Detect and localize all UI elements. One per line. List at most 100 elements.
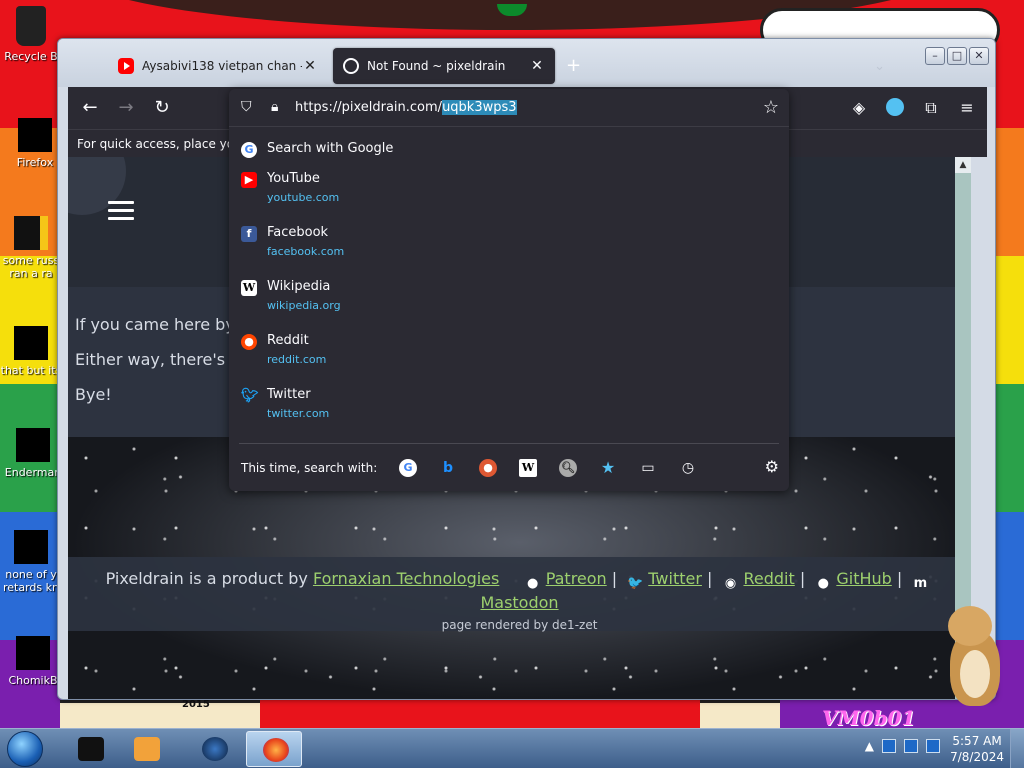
suggestion-twitter[interactable]: 🐦︎ Twitter twitter.com xyxy=(229,381,789,435)
gear-icon[interactable]: ⚙ xyxy=(765,457,779,476)
volume-icon[interactable] xyxy=(926,739,940,753)
suggestion-title: Twitter xyxy=(267,387,311,402)
fornaxian-link[interactable]: Fornaxian Technologies xyxy=(313,569,499,588)
search-engine-icon[interactable]: 🔍︎ xyxy=(559,459,577,477)
tray-expand-icon[interactable]: ▲ xyxy=(865,739,874,753)
back-button[interactable]: ← xyxy=(78,96,102,120)
desktop-icon-file[interactable]: that but its xyxy=(0,326,62,377)
url-prefix: https://pixeldrain.com/ xyxy=(295,100,443,115)
account-icon[interactable] xyxy=(883,96,907,120)
lock-icon[interactable]: 🔒︎ xyxy=(271,99,285,115)
tab-title: Not Found ~ pixeldrain xyxy=(367,59,506,73)
tray-icon[interactable] xyxy=(882,739,896,753)
pocket-icon[interactable]: ◈ xyxy=(847,96,871,120)
tab-strip: Aysabivi138 vietpan chan - You ✕ Not Fou… xyxy=(58,39,995,87)
clock-time: 5:57 AM xyxy=(952,734,1002,748)
wikipedia-engine-icon[interactable]: W xyxy=(519,459,537,477)
hamburger-menu-icon[interactable] xyxy=(108,201,134,225)
github-link[interactable]: GitHub xyxy=(836,569,891,588)
youtube-icon: ▶ xyxy=(241,172,257,188)
taskbar-globe-app[interactable] xyxy=(186,731,242,767)
suggestion-title: Reddit xyxy=(267,333,309,348)
bookmark-star-icon[interactable]: ☆ xyxy=(763,97,779,118)
hamster-image xyxy=(944,606,1004,708)
clock-date: 7/8/2024 xyxy=(950,750,1004,764)
history-clock-icon[interactable]: ◷ xyxy=(679,459,697,477)
not-found-message: If you came here by Either way, there's … xyxy=(75,307,250,412)
desktop-icon-label: none of y retards kn xyxy=(3,568,59,594)
twitter-icon: 🐦 xyxy=(627,576,644,591)
bookmarks-star-icon[interactable]: ★ xyxy=(599,459,617,477)
suggestion-wikipedia[interactable]: W Wikipedia wikipedia.org xyxy=(229,273,789,327)
facebook-icon: f xyxy=(241,226,257,242)
system-tray: ▲ xyxy=(865,739,940,753)
youtube-icon xyxy=(118,58,134,74)
network-icon[interactable] xyxy=(904,739,918,753)
shield-icon[interactable]: ⛉ xyxy=(241,99,257,117)
desktop-icon-file[interactable]: none of y retards kn xyxy=(0,530,62,594)
wallpaper-logo: VM0b01 xyxy=(822,706,916,730)
close-window-button[interactable]: ✕ xyxy=(969,47,989,65)
taskbar-media-player[interactable] xyxy=(118,731,174,767)
suggestion-title: Wikipedia xyxy=(267,279,331,294)
twitter-link[interactable]: Twitter xyxy=(648,569,702,588)
globe-icon xyxy=(343,58,359,74)
desktop-icon-chomik[interactable]: ChomikB xyxy=(2,636,64,687)
tab-youtube[interactable]: Aysabivi138 vietpan chan - You ✕ xyxy=(108,48,328,84)
desktop-icon-enderman[interactable]: Enderman xyxy=(2,428,64,479)
google-engine-icon[interactable]: G xyxy=(399,459,417,477)
reddit-icon: ● xyxy=(241,334,257,350)
url-selected-text: uqbk3wps3 xyxy=(442,100,517,115)
wallpaper-year: 2015 xyxy=(182,699,210,710)
wikipedia-icon: W xyxy=(241,280,257,296)
extensions-icon[interactable]: ⧉ xyxy=(919,96,943,120)
url-input-row[interactable]: ⛉ 🔒︎ https://pixeldrain.com/uqbk3wps3 ☆ xyxy=(229,89,789,127)
suggestion-title: Search with Google xyxy=(267,141,394,156)
firefox-icon xyxy=(18,118,52,152)
forward-button[interactable]: → xyxy=(114,96,138,120)
start-button[interactable] xyxy=(7,731,43,767)
browser-window: Aysabivi138 vietpan chan - You ✕ Not Fou… xyxy=(57,38,996,700)
reddit-link[interactable]: Reddit xyxy=(743,569,794,588)
minimize-button[interactable]: – xyxy=(925,47,945,65)
scroll-up-icon[interactable]: ▲ xyxy=(955,157,971,173)
suggestion-youtube[interactable]: ▶ YouTube youtube.com xyxy=(229,165,789,219)
suggestion-search-google[interactable]: G Search with Google xyxy=(229,135,789,165)
suggestion-list: G Search with Google ▶ YouTube youtube.c… xyxy=(229,135,789,435)
close-icon[interactable]: ✕ xyxy=(529,58,545,74)
message-line: If you came here by xyxy=(75,315,235,334)
show-desktop-button[interactable] xyxy=(1010,729,1024,768)
desktop-icon-file[interactable]: some russ ran a ra xyxy=(0,216,62,280)
search-with-label: This time, search with: xyxy=(241,461,378,475)
mastodon-link[interactable]: Mastodon xyxy=(480,593,558,612)
footer-separator: | xyxy=(611,569,618,588)
url-input[interactable]: https://pixeldrain.com/uqbk3wps3 xyxy=(295,100,517,115)
taskbar-app-1[interactable] xyxy=(62,731,118,767)
tab-pixeldrain[interactable]: Not Found ~ pixeldrain ✕ xyxy=(333,48,555,84)
patreon-link[interactable]: Patreon xyxy=(546,569,607,588)
tabs-icon[interactable]: ▭ xyxy=(639,459,657,477)
app-icon xyxy=(78,737,104,761)
desktop-icon-recycle-bin[interactable]: Recycle B xyxy=(0,6,62,63)
bing-engine-icon[interactable]: b xyxy=(439,459,457,477)
clock[interactable]: 5:57 AM 7/8/2024 xyxy=(950,733,1004,765)
footer-product-text: Pixeldrain is a product by xyxy=(105,569,308,588)
maximize-button[interactable]: □ xyxy=(947,47,967,65)
taskbar-firefox[interactable] xyxy=(246,731,302,767)
github-icon: ● xyxy=(817,576,830,591)
new-tab-button[interactable]: + xyxy=(566,55,581,76)
suggestion-url: twitter.com xyxy=(267,407,330,420)
mastodon-icon: m xyxy=(913,576,928,591)
menu-icon[interactable]: ≡ xyxy=(955,96,979,120)
patreon-icon: ● xyxy=(527,576,539,591)
desktop-icon-label: ChomikB xyxy=(8,674,58,687)
divider xyxy=(239,443,779,444)
close-icon[interactable]: ✕ xyxy=(302,58,318,74)
duckduckgo-engine-icon[interactable]: ● xyxy=(479,459,497,477)
toolbar-right: ◈ ⧉ ≡ xyxy=(847,96,979,120)
reload-button[interactable]: ↻ xyxy=(150,96,174,120)
suggestion-facebook[interactable]: f Facebook facebook.com xyxy=(229,219,789,273)
chevron-down-icon[interactable]: ⌄ xyxy=(874,59,885,74)
suggestion-url: youtube.com xyxy=(267,191,340,204)
suggestion-reddit[interactable]: ● Reddit reddit.com xyxy=(229,327,789,381)
